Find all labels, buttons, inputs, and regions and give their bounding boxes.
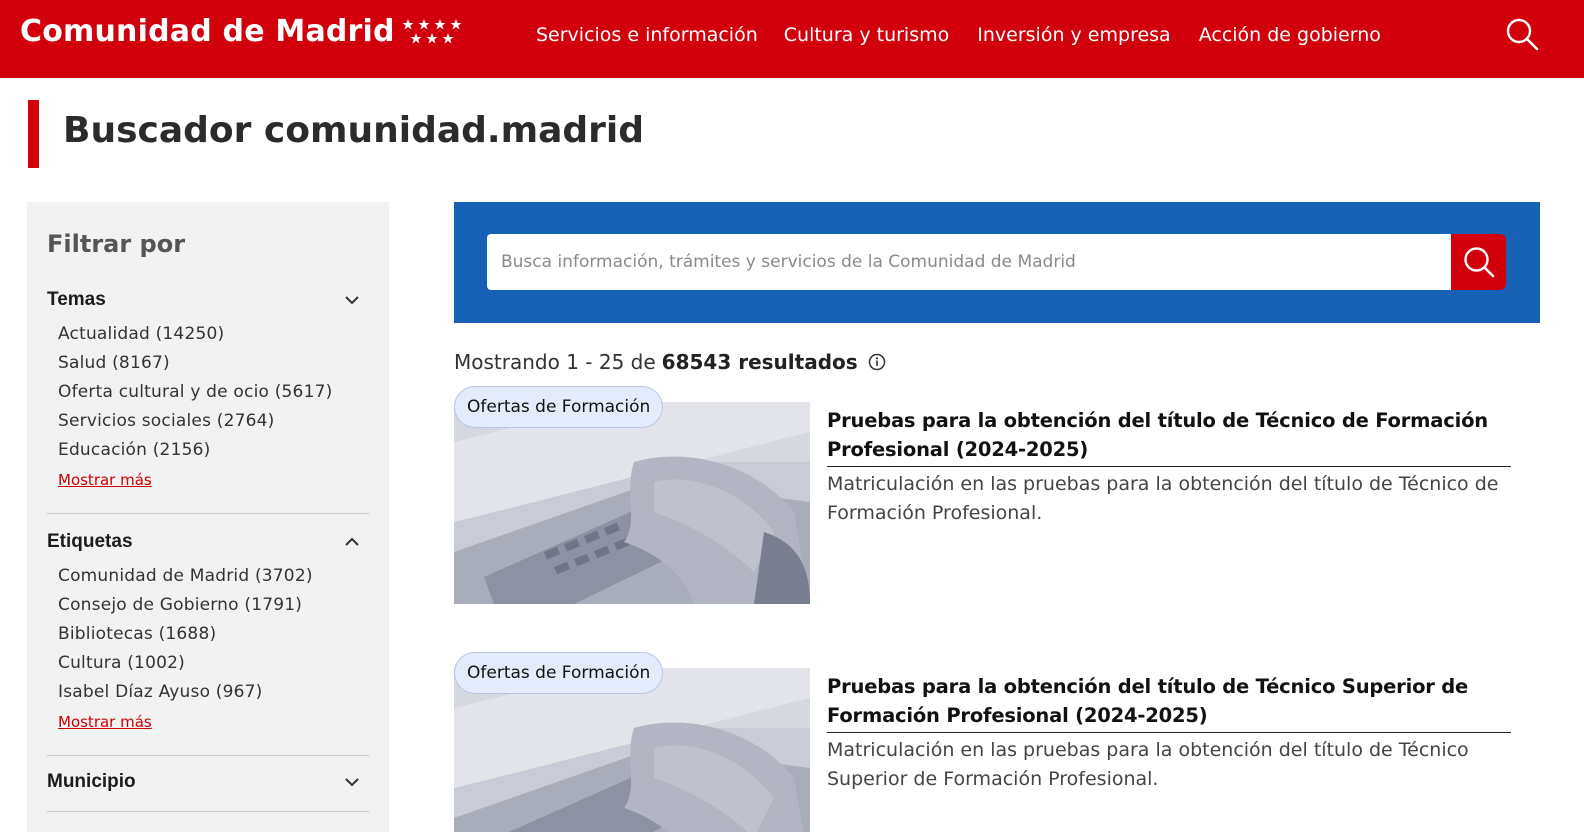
divider bbox=[47, 755, 369, 756]
filter-option[interactable]: Oferta cultural y de ocio (5617) bbox=[58, 378, 369, 407]
filter-option[interactable]: Actualidad (14250) bbox=[58, 320, 369, 349]
filter-group-etiquetas-toggle[interactable]: Etiquetas bbox=[47, 530, 369, 554]
category-badge[interactable]: Ofertas de Formación bbox=[454, 386, 664, 428]
filter-option[interactable]: Cultura (1002) bbox=[58, 649, 369, 678]
results-total: 68543 resultados bbox=[661, 350, 858, 374]
filter-group-municipio-toggle[interactable]: Municipio bbox=[47, 770, 369, 794]
filter-option[interactable]: Consejo de Gobierno (1791) bbox=[58, 591, 369, 620]
result-title-link[interactable]: Pruebas para la obtención del título de … bbox=[827, 672, 1511, 733]
title-accent-bar bbox=[28, 100, 39, 168]
chevron-down-icon bbox=[345, 296, 359, 305]
search-icon bbox=[1463, 247, 1494, 278]
filter-group-temas: Temas Actualidad (14250) Salud (8167) Of… bbox=[47, 288, 369, 489]
result-description: Matriculación en las pruebas para la obt… bbox=[827, 473, 1499, 524]
filter-option[interactable]: Servicios sociales (2764) bbox=[58, 407, 369, 436]
nav-inversion[interactable]: Inversión y empresa bbox=[977, 24, 1170, 46]
result-thumbnail[interactable] bbox=[454, 402, 810, 604]
filter-title: Filtrar por bbox=[47, 230, 186, 258]
results-count-prefix: Mostrando 1 - 25 de bbox=[454, 350, 656, 374]
brand-logo-text[interactable]: Comunidad de Madrid bbox=[20, 14, 395, 49]
filter-group-name: Etiquetas bbox=[47, 531, 133, 552]
results-count: Mostrando 1 - 25 de 68543 resultados bbox=[454, 350, 886, 374]
filter-list-etiquetas: Comunidad de Madrid (3702) Consejo de Go… bbox=[47, 562, 369, 707]
page-title: Buscador comunidad.madrid bbox=[63, 110, 645, 151]
search-button[interactable] bbox=[1451, 234, 1506, 290]
filter-option[interactable]: Educación (2156) bbox=[58, 436, 369, 465]
show-more-etiquetas-link[interactable]: Mostrar más bbox=[58, 713, 369, 731]
search-panel bbox=[454, 202, 1540, 323]
divider bbox=[47, 811, 369, 812]
laptop-typing-image bbox=[454, 402, 810, 604]
top-header: Comunidad de Madrid Servicios e informac… bbox=[0, 0, 1584, 78]
divider bbox=[47, 513, 369, 514]
filter-group-temas-toggle[interactable]: Temas bbox=[47, 288, 369, 312]
category-badge[interactable]: Ofertas de Formación bbox=[454, 652, 664, 694]
filter-option[interactable]: Comunidad de Madrid (3702) bbox=[58, 562, 369, 591]
chevron-down-icon bbox=[345, 778, 359, 787]
nav-servicios[interactable]: Servicios e información bbox=[536, 24, 758, 46]
search-icon[interactable] bbox=[1504, 16, 1540, 52]
filter-list-temas: Actualidad (14250) Salud (8167) Oferta c… bbox=[47, 320, 369, 465]
filter-option[interactable]: Salud (8167) bbox=[58, 349, 369, 378]
chevron-up-icon bbox=[345, 537, 359, 546]
filter-group-name: Municipio bbox=[47, 771, 136, 792]
filter-option[interactable]: Bibliotecas (1688) bbox=[58, 620, 369, 649]
nav-cultura[interactable]: Cultura y turismo bbox=[784, 24, 949, 46]
search-input[interactable] bbox=[487, 234, 1451, 290]
result-card: Ofertas de Formación Pruebas para la obt bbox=[454, 386, 1514, 606]
filter-sidebar: Filtrar por Temas Actualidad (14250) Sal… bbox=[27, 202, 389, 832]
nav-accion-gobierno[interactable]: Acción de gobierno bbox=[1199, 24, 1381, 46]
filter-group-name: Temas bbox=[47, 289, 106, 310]
seven-stars-icon bbox=[402, 19, 462, 44]
result-card: Ofertas de Formación Pruebas para la obt… bbox=[454, 652, 1514, 832]
filter-group-municipio: Municipio bbox=[47, 770, 369, 794]
filter-option[interactable]: Isabel Díaz Ayuso (967) bbox=[58, 678, 369, 707]
result-description: Matriculación en las pruebas para la obt… bbox=[827, 739, 1469, 790]
show-more-temas-link[interactable]: Mostrar más bbox=[58, 471, 369, 489]
info-icon[interactable] bbox=[868, 353, 886, 371]
filter-group-etiquetas: Etiquetas Comunidad de Madrid (3702) Con… bbox=[47, 530, 369, 731]
main-nav: Servicios e información Cultura y turism… bbox=[536, 24, 1409, 46]
result-title-link[interactable]: Pruebas para la obtención del título de … bbox=[827, 406, 1511, 467]
